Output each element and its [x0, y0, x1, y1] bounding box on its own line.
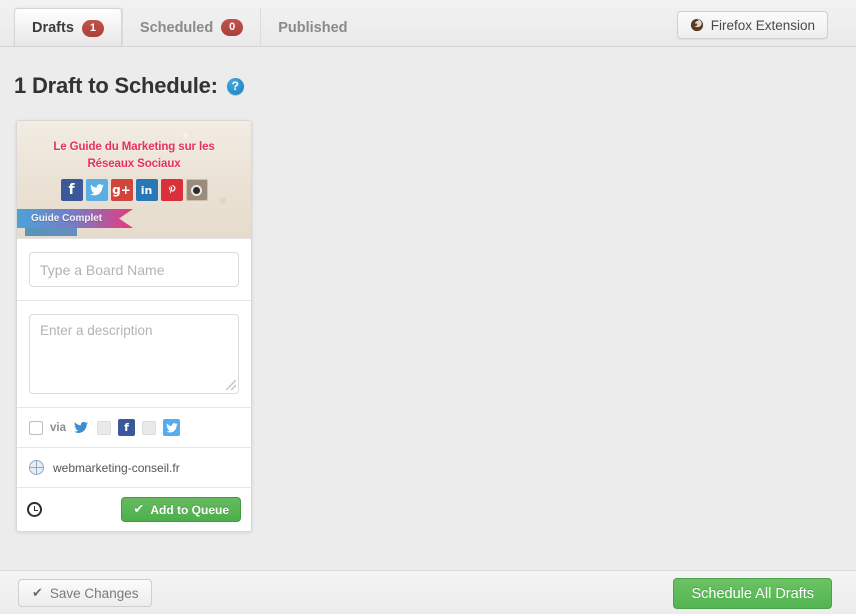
via-checkbox[interactable]	[29, 420, 43, 435]
board-name-section	[17, 239, 251, 301]
facebook-icon: f	[60, 179, 83, 201]
tab-drafts-badge: 1	[81, 19, 104, 37]
facebook-icon: f	[118, 419, 135, 436]
add-to-queue-button[interactable]: ✔ Add to Queue	[121, 497, 241, 522]
thumbnail-title: Le Guide du Marketing sur les Réseaux So…	[17, 139, 251, 173]
draft-card: Le Guide du Marketing sur les Réseaux So…	[16, 120, 252, 532]
tab-scheduled-label: Scheduled	[139, 19, 214, 36]
twitter-icon	[163, 419, 180, 436]
via-label: via	[50, 421, 66, 434]
buffer-icon	[73, 419, 90, 436]
googleplus-icon: g+	[110, 179, 133, 201]
tab-published[interactable]: Published	[260, 8, 364, 47]
description-input[interactable]	[29, 314, 239, 394]
via-section: via f	[17, 408, 251, 448]
tab-drafts[interactable]: Drafts 1	[14, 8, 122, 47]
tab-bar-divider	[14, 46, 842, 47]
page-title: 1 Draft to Schedule:	[14, 73, 218, 98]
card-footer: ✔ Add to Queue	[17, 488, 251, 531]
save-changes-label: Save Changes	[49, 585, 139, 601]
page-heading: 1 Draft to Schedule: ?	[14, 73, 244, 99]
schedule-all-drafts-button[interactable]: Schedule All Drafts	[673, 578, 832, 609]
tab-bar: Drafts 1 Scheduled 0 Published Firefox E…	[0, 0, 856, 47]
source-url-text: webmarketing-conseil.fr	[53, 460, 180, 475]
twitter-icon	[85, 179, 108, 201]
ribbon-label: Guide Complet	[17, 209, 133, 228]
check-icon: ✔	[32, 585, 43, 601]
tab-published-label: Published	[278, 19, 348, 36]
instagram-icon	[185, 179, 208, 201]
check-icon: ✔	[133, 502, 145, 517]
thumbnail-social-icons: f g+ in	[17, 179, 251, 201]
globe-icon	[29, 460, 44, 475]
draft-thumbnail[interactable]: Le Guide du Marketing sur les Réseaux So…	[17, 121, 251, 239]
firefox-icon	[690, 18, 704, 32]
twitter-checkbox[interactable]	[142, 420, 156, 435]
tab-scheduled-badge: 0	[221, 19, 244, 36]
clock-icon[interactable]	[27, 502, 42, 517]
facebook-checkbox[interactable]	[97, 420, 111, 435]
pinterest-icon	[160, 179, 183, 201]
firefox-extension-label: Firefox Extension	[710, 17, 815, 33]
add-to-queue-label: Add to Queue	[150, 502, 229, 517]
description-section	[17, 301, 251, 408]
save-changes-button[interactable]: ✔ Save Changes	[18, 579, 153, 607]
tab-scheduled[interactable]: Scheduled 0	[121, 8, 260, 47]
tab-strip: Drafts 1 Scheduled 0 Published	[14, 8, 365, 47]
firefox-extension-button[interactable]: Firefox Extension	[676, 11, 828, 39]
linkedin-icon: in	[135, 179, 158, 201]
ribbon-tail	[25, 228, 77, 236]
footer-bar: ✔ Save Changes Schedule All Drafts	[0, 570, 856, 614]
board-name-input[interactable]	[29, 252, 239, 287]
source-url-row: webmarketing-conseil.fr	[17, 448, 251, 488]
thumbnail-title-line2: Réseaux Sociaux	[87, 158, 181, 170]
thumbnail-title-line1: Le Guide du Marketing sur les	[53, 141, 215, 153]
help-icon[interactable]: ?	[226, 77, 244, 95]
tab-drafts-label: Drafts	[32, 20, 74, 36]
